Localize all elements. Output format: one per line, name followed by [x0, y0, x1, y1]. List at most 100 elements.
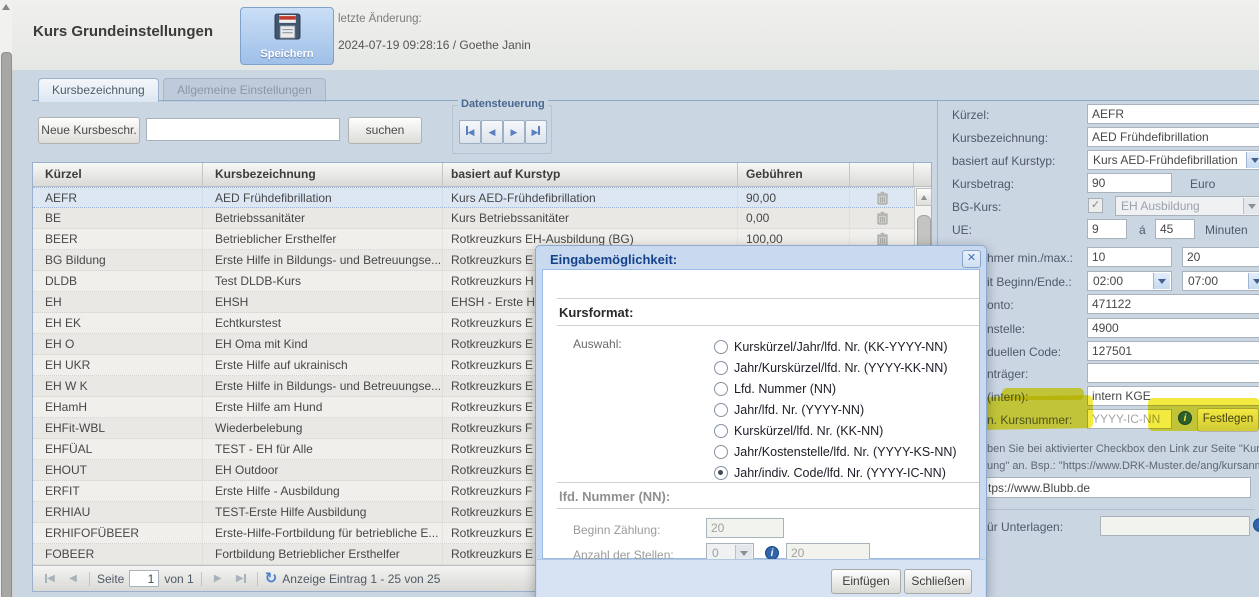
column-header-kuerzel[interactable]: Kürzel — [33, 163, 203, 186]
table-row[interactable]: AEFRAED FrühdefibrillationKurs AED-Frühd… — [33, 187, 931, 208]
cell-kursbezeichnung: Erste Hilfe am Hund — [203, 397, 443, 417]
kursbetrag-input[interactable] — [1087, 173, 1172, 193]
page-number-input[interactable] — [129, 570, 159, 587]
last-page-button[interactable]: ▶ — [232, 571, 250, 587]
app-window: Kurs Grundeinstellungen Speichern letzte… — [0, 0, 1259, 597]
kostenstelle-label: nstelle: — [987, 322, 1025, 336]
radio-option[interactable]: Lfd. Nummer (NN) — [714, 378, 957, 399]
konto-input[interactable] — [1087, 294, 1259, 314]
column-header-kursbezeichnung[interactable]: Kursbezeichnung — [203, 163, 443, 186]
kuerzel-input[interactable] — [1087, 104, 1259, 124]
zeit-beginn-select[interactable]: 02:00 — [1087, 271, 1172, 291]
beginn-zaehlung-input[interactable] — [706, 518, 784, 538]
radio-option-label: Jahr/Kostenstelle/lfd. Nr. (YYYY-KS-NN) — [734, 445, 957, 459]
cell-kursbezeichnung: TEST-Erste Hilfe Ausbildung — [203, 502, 443, 522]
bg-kurs-checkbox[interactable]: ✓ — [1088, 198, 1103, 213]
cell-kuerzel: EH EK — [33, 313, 203, 333]
column-header-kurstyp[interactable]: basiert auf Kurstyp — [443, 163, 738, 186]
radio-option-label: Jahr/indiv. Code/lfd. Nr. (YYYY-IC-NN) — [734, 466, 946, 480]
prev-page-button[interactable]: ◀ — [64, 571, 82, 587]
radio-option[interactable]: Jahr/lfd. Nr. (YYYY-NN) — [714, 399, 957, 420]
individueller-code-input[interactable] — [1087, 341, 1259, 361]
ue-count-input[interactable] — [1087, 219, 1127, 239]
radio-option-label: Kurskürzel/Jahr/lfd. Nr. (KK-YYYY-NN) — [734, 340, 947, 354]
cell-kursbezeichnung: AED Frühdefibrillation — [203, 188, 443, 207]
first-page-button[interactable]: ◀ — [41, 571, 59, 587]
cell-kursbezeichnung: Wiederbelebung — [203, 418, 443, 438]
page-scrollbar[interactable] — [0, 0, 13, 597]
search-input[interactable] — [146, 118, 340, 141]
scroll-up-icon[interactable] — [2, 4, 10, 10]
cell-kuerzel: BEER — [33, 229, 203, 249]
cell-kursbezeichnung: Erste-Hilfe-Fortbildung für betriebliche… — [203, 523, 443, 543]
kostenstelle-input[interactable] — [1087, 318, 1259, 338]
table-row[interactable]: BEBetriebssanitäterKurs Betriebssanitäte… — [33, 208, 931, 229]
chevron-down-icon[interactable] — [1248, 273, 1259, 289]
radio-icon[interactable] — [714, 403, 728, 417]
radio-icon[interactable] — [714, 382, 728, 396]
radio-selected-icon[interactable] — [714, 466, 728, 480]
radio-icon[interactable] — [714, 361, 728, 375]
divider — [201, 572, 202, 586]
radio-icon[interactable] — [714, 340, 728, 354]
cell-kursbezeichnung: Erste Hilfe auf ukrainisch — [203, 355, 443, 375]
cell-gebuehren: 90,00 — [738, 188, 850, 207]
radio-icon[interactable] — [714, 445, 728, 459]
teilnehmer-max-input[interactable] — [1182, 247, 1259, 267]
ue-minutes-input[interactable] — [1155, 219, 1195, 239]
divider — [257, 572, 258, 586]
radio-list: Kurskürzel/Jahr/lfd. Nr. (KK-YYYY-NN) Jah… — [714, 336, 957, 483]
delete-row-button[interactable] — [850, 208, 914, 228]
radio-option[interactable]: Jahr/Kostenstelle/lfd. Nr. (YYYY-KS-NN) — [714, 441, 957, 462]
kuerzel-label: Kürzel: — [952, 108, 989, 122]
radio-option[interactable]: Jahr/indiv. Code/lfd. Nr. (YYYY-IC-NN) — [714, 462, 957, 483]
radio-option[interactable]: Kurskürzel/lfd. Nr. (KK-NN) — [714, 420, 957, 441]
prev-record-button[interactable]: ◀ — [481, 120, 503, 144]
first-record-button[interactable]: ◀ — [459, 120, 481, 144]
info-icon[interactable]: i — [765, 546, 779, 560]
euro-unit-label: Euro — [1190, 177, 1215, 191]
radio-option[interactable]: Kurskürzel/Jahr/lfd. Nr. (KK-YYYY-NN) — [714, 336, 957, 357]
unterlagen-input[interactable] — [1100, 516, 1250, 536]
radio-icon[interactable] — [714, 424, 728, 438]
next-page-button[interactable]: ▶ — [209, 571, 227, 587]
cell-kurstyp: Kurs AED-Frühdefibrillation — [443, 188, 738, 207]
radio-option[interactable]: Jahr/Kurskürzel/lfd. Nr. (YYYY-KK-NN) — [714, 357, 957, 378]
einfuegen-button[interactable]: Einfügen — [831, 569, 901, 594]
anzahl-stellen-select-value: 0 — [712, 546, 735, 560]
delete-row-button[interactable] — [850, 188, 914, 207]
chevron-down-icon[interactable] — [1246, 152, 1259, 168]
kursformat-section-title: Kursformat: — [559, 305, 633, 320]
kurstyp-select[interactable]: Kurs AED-Frühdefibrillation — [1087, 150, 1259, 170]
close-icon[interactable]: ✕ — [962, 250, 981, 268]
new-course-button[interactable]: Neue Kursbeschr. — [38, 117, 140, 144]
refresh-icon[interactable]: ↻ — [265, 572, 278, 586]
scrollbar-thumb[interactable] — [1, 52, 12, 597]
scroll-up-icon[interactable] — [916, 188, 932, 206]
tab-kursbezeichnung[interactable]: Kursbezeichnung — [38, 78, 159, 102]
info-icon[interactable]: i — [1253, 518, 1259, 532]
kursbezeichnung-label: Kursbezeichnung: — [952, 131, 1048, 145]
cell-kursbezeichnung: Fortbildung Betrieblicher Ersthelfer — [203, 544, 443, 564]
cell-kursbezeichnung: Erste Hilfe in Bildungs- und Betreuungse… — [203, 376, 443, 396]
save-button[interactable]: Speichern — [240, 7, 334, 65]
tab-allgemeine-einstellungen[interactable]: Allgemeine Einstellungen — [163, 78, 326, 102]
dialog-title: Eingabemöglichkeit: — [550, 252, 677, 267]
kursbezeichnung-input[interactable] — [1087, 127, 1259, 147]
unterlagen-label: ür Unterlagen: — [987, 520, 1063, 534]
teilnehmer-min-input[interactable] — [1087, 247, 1172, 267]
bg-kurs-select[interactable]: EH Ausbildung — [1115, 196, 1259, 216]
chevron-down-icon[interactable] — [1153, 273, 1170, 289]
anmeldung-url-input[interactable] — [983, 477, 1251, 498]
eingabemoeglichkeit-dialog: Eingabemöglichkeit: ✕ Kursformat: Auswah… — [535, 245, 987, 597]
cell-kuerzel: EH — [33, 292, 203, 312]
divider — [557, 298, 979, 299]
zeit-ende-select[interactable]: 07:00 — [1182, 271, 1259, 291]
last-record-button[interactable]: ▶ — [525, 120, 547, 144]
cell-kuerzel: EH O — [33, 334, 203, 354]
kostentraeger-input[interactable] — [1087, 363, 1259, 383]
schliessen-button[interactable]: Schließen — [904, 569, 972, 594]
search-button[interactable]: suchen — [348, 117, 422, 144]
next-record-button[interactable]: ▶ — [503, 120, 525, 144]
column-header-gebuehren[interactable]: Gebühren — [738, 163, 850, 186]
